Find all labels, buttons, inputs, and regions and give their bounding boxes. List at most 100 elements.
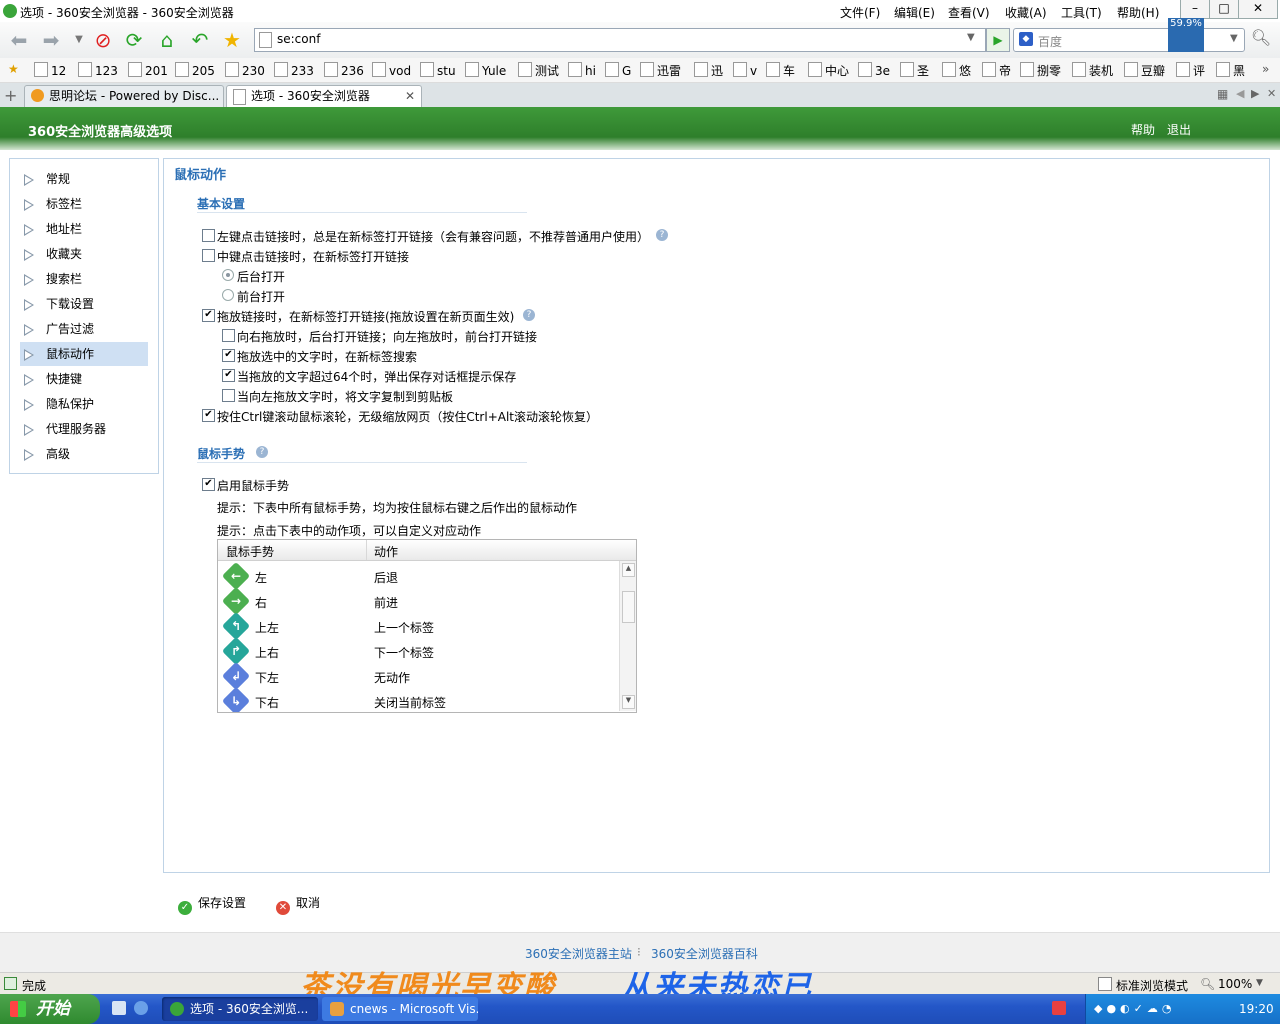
sidebar-item[interactable]: 标签栏 bbox=[20, 192, 148, 216]
tab-bar-close-icon[interactable]: ✕ bbox=[1267, 87, 1276, 100]
sidebar-item[interactable]: 高级 bbox=[20, 442, 148, 466]
baidu-icon[interactable]: ◆ bbox=[1019, 32, 1033, 46]
bookmark-item[interactable]: hi bbox=[568, 62, 596, 78]
menu-tools[interactable]: 工具(T) bbox=[1061, 4, 1102, 21]
sidebar-item[interactable]: 鼠标动作 bbox=[20, 342, 148, 366]
menu-edit[interactable]: 编辑(E) bbox=[894, 4, 935, 21]
drag-text-save-checkbox[interactable]: ✔ bbox=[222, 369, 235, 382]
new-tab-icon[interactable]: + bbox=[4, 86, 17, 105]
sidebar-item[interactable]: 收藏夹 bbox=[20, 242, 148, 266]
sidebar-item[interactable]: 地址栏 bbox=[20, 217, 148, 241]
tray-icons[interactable]: ◆●◐✓☁◔ bbox=[1094, 1002, 1175, 1015]
maximize-button[interactable]: □ bbox=[1209, 0, 1239, 19]
bookmark-item[interactable]: 201 bbox=[128, 62, 168, 78]
close-window-button[interactable]: ✕ bbox=[1238, 0, 1278, 19]
bookmark-item[interactable]: 圣 bbox=[900, 62, 929, 79]
home-icon[interactable]: ⌂ bbox=[154, 27, 180, 53]
sidebar-item[interactable]: 广告过滤 bbox=[20, 317, 148, 341]
gesture-table-scrollbar[interactable]: ▲ ▼ bbox=[619, 561, 636, 711]
tray-app-icon[interactable] bbox=[1052, 1001, 1066, 1015]
gesture-row[interactable]: ↰ 上左 上一个标签 bbox=[218, 611, 618, 641]
start-button[interactable]: 开始 bbox=[0, 994, 100, 1024]
fg-open-radio[interactable] bbox=[222, 289, 234, 301]
bookmark-item[interactable]: stu bbox=[420, 62, 456, 78]
gesture-row[interactable]: ↲ 下左 无动作 bbox=[218, 661, 618, 691]
enable-gesture-checkbox[interactable]: ✔ bbox=[202, 478, 215, 491]
tab-forum[interactable]: 思明论坛 - Powered by Disc... bbox=[24, 85, 224, 107]
search-dropdown-icon[interactable]: ▼ bbox=[1230, 33, 1238, 44]
home-site-link[interactable]: 360安全浏览器主站 bbox=[525, 945, 632, 962]
bookmark-item[interactable]: 评 bbox=[1176, 62, 1205, 79]
left-click-newtab-checkbox[interactable] bbox=[202, 229, 215, 242]
bookmark-star-icon[interactable]: ★ bbox=[8, 62, 19, 76]
drag-right-left-checkbox[interactable] bbox=[222, 329, 235, 342]
tab-close-icon[interactable]: ✕ bbox=[405, 86, 415, 106]
gesture-row[interactable]: ↱ 上右 下一个标签 bbox=[218, 636, 618, 666]
menu-help[interactable]: 帮助(H) bbox=[1117, 4, 1159, 21]
bookmark-item[interactable]: v bbox=[733, 62, 757, 78]
go-button[interactable]: ▶ bbox=[986, 28, 1010, 52]
menu-favorites[interactable]: 收藏(A) bbox=[1005, 4, 1047, 21]
bookmark-item[interactable]: Yule bbox=[465, 62, 506, 78]
wiki-link[interactable]: 360安全浏览器百科 bbox=[651, 945, 758, 962]
drag-left-copy-checkbox[interactable] bbox=[222, 389, 235, 402]
sidebar-item[interactable]: 下载设置 bbox=[20, 292, 148, 316]
back-icon[interactable]: ⬅ bbox=[6, 27, 32, 53]
ie-icon[interactable] bbox=[134, 1001, 148, 1015]
sidebar-item[interactable]: 搜索栏 bbox=[20, 267, 148, 291]
task-browser[interactable]: 选项 - 360安全浏览... bbox=[162, 997, 318, 1021]
address-dropdown-icon[interactable]: ▼ bbox=[967, 32, 975, 43]
search-go-icon[interactable]: 🔍︎ bbox=[1250, 28, 1272, 50]
sidebar-item[interactable]: 快捷键 bbox=[20, 367, 148, 391]
bookmark-item[interactable]: 装机 bbox=[1072, 62, 1113, 79]
tab-next-icon[interactable]: ▶ bbox=[1251, 87, 1259, 100]
help-icon[interactable]: ? bbox=[256, 446, 268, 458]
bookmarks-more-icon[interactable]: » bbox=[1262, 62, 1269, 76]
bookmark-item[interactable]: 迅雷 bbox=[640, 62, 681, 79]
favorite-star-icon[interactable]: ★ bbox=[219, 27, 245, 53]
scroll-thumb[interactable] bbox=[622, 591, 635, 623]
bookmark-item[interactable]: 黑 bbox=[1216, 62, 1245, 79]
bookmark-item[interactable]: vod bbox=[372, 62, 411, 78]
stop-icon[interactable]: ⊘ bbox=[90, 27, 116, 53]
bookmark-item[interactable]: 帝 bbox=[982, 62, 1011, 79]
search-box[interactable]: ◆ 百度 ▼ bbox=[1013, 28, 1245, 52]
bookmark-item[interactable]: 捌零 bbox=[1020, 62, 1061, 79]
undo-close-icon[interactable]: ↶ bbox=[187, 27, 213, 53]
bookmark-item[interactable]: 豆瓣 bbox=[1124, 62, 1165, 79]
menu-file[interactable]: 文件(F) bbox=[840, 4, 880, 21]
gesture-action[interactable]: 后退 bbox=[374, 569, 398, 586]
tab-options[interactable]: 选项 - 360安全浏览器 ✕ bbox=[226, 85, 422, 109]
exit-link[interactable]: 退出 bbox=[1167, 121, 1191, 138]
ctrl-wheel-zoom-checkbox[interactable]: ✔ bbox=[202, 409, 215, 422]
forward-icon[interactable]: ➡ bbox=[38, 27, 64, 53]
sidebar-item[interactable]: 代理服务器 bbox=[20, 417, 148, 441]
gesture-row[interactable]: → 右 前进 bbox=[218, 586, 618, 616]
task-visual-studio[interactable]: cnews - Microsoft Vis... bbox=[322, 997, 478, 1021]
gesture-action[interactable]: 关闭当前标签 bbox=[374, 694, 446, 711]
bg-open-radio[interactable] bbox=[222, 269, 234, 281]
bookmark-item[interactable]: 230 bbox=[225, 62, 265, 78]
minimize-button[interactable]: – bbox=[1180, 0, 1210, 19]
save-button[interactable]: ✓ 保存设置 bbox=[178, 894, 246, 915]
drag-link-checkbox[interactable]: ✔ bbox=[202, 309, 215, 322]
bookmark-item[interactable]: 123 bbox=[78, 62, 118, 78]
bookmark-item[interactable]: 迅 bbox=[694, 62, 723, 79]
bookmark-item[interactable]: G bbox=[605, 62, 631, 78]
zoom-level[interactable]: 100% bbox=[1218, 977, 1252, 991]
show-desktop-icon[interactable] bbox=[112, 1001, 126, 1015]
bookmark-item[interactable]: 测试 bbox=[518, 62, 559, 79]
zoom-dropdown-icon[interactable]: ▼ bbox=[1256, 978, 1263, 988]
bookmark-item[interactable]: 236 bbox=[324, 62, 364, 78]
tab-prev-icon[interactable]: ◀ bbox=[1236, 87, 1244, 100]
tab-grid-icon[interactable]: ▦ bbox=[1217, 87, 1228, 101]
scroll-down-icon[interactable]: ▼ bbox=[622, 695, 635, 709]
gesture-action[interactable]: 无动作 bbox=[374, 669, 410, 686]
bookmark-item[interactable]: 中心 bbox=[808, 62, 849, 79]
help-icon[interactable]: ? bbox=[523, 309, 535, 321]
help-icon[interactable]: ? bbox=[656, 229, 668, 241]
address-input[interactable]: se:conf bbox=[277, 32, 320, 46]
history-dropdown-icon[interactable]: ▼ bbox=[66, 27, 92, 53]
bookmark-item[interactable]: 233 bbox=[274, 62, 314, 78]
gesture-row[interactable]: ↳ 下右 关闭当前标签 bbox=[218, 686, 618, 712]
